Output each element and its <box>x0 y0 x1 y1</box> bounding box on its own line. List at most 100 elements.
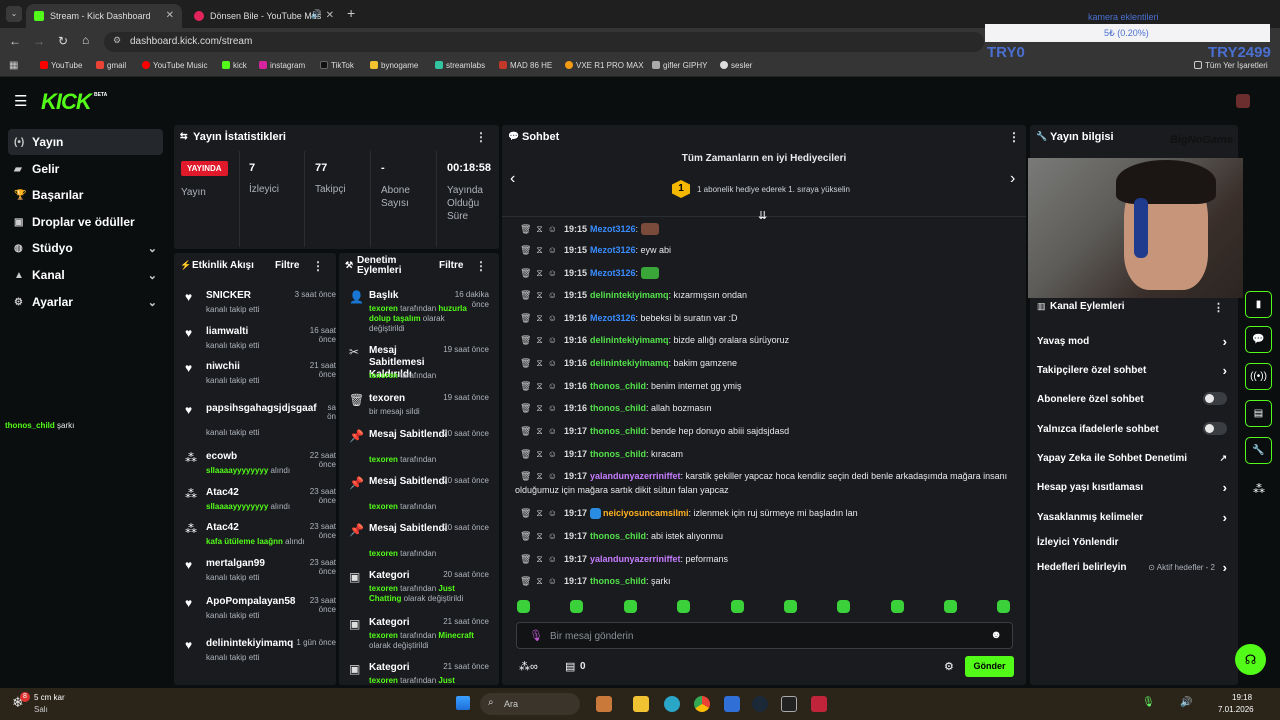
nav-basarilar[interactable]: 🏆 Başarılar <box>8 182 163 208</box>
close-tab-icon[interactable]: ✕ <box>166 10 174 21</box>
nav-droplar[interactable]: ▣ Droplar ve ödüller <box>8 209 163 235</box>
channel-action[interactable]: Abonelere özel sohbet <box>1037 392 1227 408</box>
side-info-icon[interactable]: ▤ <box>1245 400 1272 427</box>
taskbar-search[interactable]: ⌕ Ara <box>480 693 580 715</box>
chat-username[interactable]: Mezot3126 <box>590 313 636 323</box>
tab-kick-dashboard[interactable]: Stream - Kick Dashboard ✕ <box>26 4 182 28</box>
channel-action[interactable]: Yavaş mod › <box>1037 334 1227 350</box>
bookmark-vxe[interactable]: VXE R1 PRO MAX <box>565 61 644 70</box>
more-icon[interactable]: ⋮ <box>312 259 324 273</box>
new-tab-button[interactable]: + <box>347 5 355 21</box>
channel-action[interactable]: Yasaklanmış kelimeler › <box>1037 510 1227 526</box>
taskbar-chrome-icon[interactable] <box>694 696 710 712</box>
mod-tools-icons[interactable]: 🗑⧖☺ <box>520 554 562 564</box>
kick-emote-icon[interactable] <box>677 600 690 616</box>
kick-emote-icon[interactable] <box>570 600 583 616</box>
bookmark-youtube-music[interactable]: YouTube Music <box>142 61 208 70</box>
channel-action[interactable]: Yalnızca ifadelerle sohbet <box>1037 422 1227 438</box>
mod-tools-icons[interactable]: 🗑⧖☺ <box>520 268 562 278</box>
kick-emote-icon[interactable] <box>891 600 904 616</box>
tab-list-button[interactable]: ⌄ <box>6 6 22 22</box>
chat-more-icon[interactable]: ⋮ <box>1008 130 1020 144</box>
reload-icon[interactable]: ↻ <box>58 34 68 48</box>
bookmark-kick[interactable]: kick <box>222 61 247 70</box>
address-bar[interactable]: ⚙ dashboard.kick.com/stream <box>104 32 984 52</box>
chat-username[interactable]: Mezot3126 <box>590 224 636 234</box>
taskbar-game-icon[interactable] <box>596 696 612 712</box>
kick-emote-icon[interactable] <box>837 600 850 616</box>
taskbar-app-icon[interactable] <box>724 696 740 712</box>
toggle-switch[interactable] <box>1203 422 1227 435</box>
nav-kanal[interactable]: ▲ Kanal ⌄ <box>8 262 163 288</box>
more-icon[interactable]: ⋮ <box>1213 301 1224 314</box>
mod-tools-icons[interactable]: 🗑⧖☺ <box>520 576 562 586</box>
store-icon[interactable]: ▤ <box>565 660 575 673</box>
mod-tools-icons[interactable]: 🗑⧖☺ <box>520 224 562 234</box>
side-extra-icon[interactable]: ⁂ <box>1253 482 1265 496</box>
chat-username[interactable]: thonos_child <box>590 426 646 436</box>
taskbar-epic-icon[interactable] <box>781 696 797 712</box>
mod-tools-icons[interactable]: 🗑⧖☺ <box>520 449 562 459</box>
channel-action[interactable]: Hesap yaşı kısıtlaması › <box>1037 480 1227 496</box>
kick-emote-icon[interactable] <box>944 600 957 616</box>
settings-icon[interactable]: ⚙ <box>944 660 954 673</box>
bookmark-sesler[interactable]: sesler <box>720 61 752 70</box>
menu-icon[interactable]: ☰ <box>14 92 27 110</box>
volume-icon[interactable]: 🔊 <box>1180 697 1192 708</box>
points-icon[interactable]: ⁂∞ <box>519 660 538 673</box>
chat-username[interactable]: thonos_child <box>590 403 646 413</box>
next-arrow-icon[interactable]: › <box>1010 170 1015 188</box>
taskbar-edge-icon[interactable] <box>664 696 680 712</box>
tab-youtube-music[interactable]: Dönsen Bile - YouTube Mus 🔊 ✕ <box>186 4 342 28</box>
taskbar-steam-icon[interactable] <box>752 696 768 712</box>
channel-action[interactable]: İzleyici Yönlendir <box>1037 537 1227 551</box>
chat-username[interactable]: thonos_child <box>590 449 646 459</box>
prev-arrow-icon[interactable]: ‹ <box>510 170 515 188</box>
mod-tools-icons[interactable]: 🗑⧖☺ <box>520 426 562 436</box>
kick-emote-icon[interactable] <box>784 600 797 616</box>
bookmark-mad86[interactable]: MAD 86 HE <box>499 61 552 70</box>
chat-username[interactable]: yalandunyazerriniffet <box>590 554 681 564</box>
channel-action[interactable]: Hedefleri belirleyin ⊙ Aktif hedefler - 2… <box>1037 560 1227 576</box>
avatar[interactable] <box>1236 94 1250 108</box>
chat-input[interactable]: 🎙 Bir mesaj gönderin ☻ <box>516 622 1013 649</box>
taskbar-recorder-icon[interactable] <box>811 696 827 712</box>
close-tab-icon[interactable]: ✕ <box>326 10 334 21</box>
kick-logo[interactable]: KICK <box>41 89 92 115</box>
mod-tools-icons[interactable]: 🗑⧖☺ <box>520 531 562 541</box>
send-button[interactable]: Gönder <box>965 656 1014 677</box>
mod-tools-icons[interactable]: 🗑⧖☺ <box>520 245 562 255</box>
chat-username[interactable]: delinintekiyimamq <box>590 335 669 345</box>
bookmark-giphy[interactable]: gifler GIPHY <box>652 61 707 70</box>
chat-username[interactable]: Mezot3126 <box>590 268 636 278</box>
mod-tools-icons[interactable]: 🗑⧖☺ <box>520 403 562 413</box>
bookmark-tiktok[interactable]: TikTok <box>320 61 354 70</box>
microphone-icon[interactable]: 🎙 <box>529 629 543 642</box>
apps-icon[interactable]: ▦ <box>9 60 18 71</box>
bookmark-bynogame[interactable]: bynogame <box>370 61 418 70</box>
filter-button[interactable]: Filtre <box>439 260 463 271</box>
chat-username[interactable]: thonos_child <box>590 576 646 586</box>
bookmark-youtube[interactable]: YouTube <box>40 61 82 70</box>
toggle-switch[interactable] <box>1203 392 1227 405</box>
kick-emote-icon[interactable] <box>517 600 530 616</box>
more-icon[interactable]: ⋮ <box>475 259 487 273</box>
filter-button[interactable]: Filtre <box>275 260 299 271</box>
all-bookmarks[interactable]: Tüm Yer İşaretleri <box>1194 61 1268 70</box>
chat-username[interactable]: yalandunyazerriniffet <box>590 471 681 481</box>
speaker-icon[interactable]: 🔊 <box>311 9 322 20</box>
side-broadcast-icon[interactable]: ((•)) <box>1245 363 1272 390</box>
mod-tools-icons[interactable]: 🗑⧖☺ <box>520 290 562 300</box>
chat-username[interactable]: Mezot3126 <box>590 245 636 255</box>
taskbar-explorer-icon[interactable] <box>633 696 649 712</box>
mod-tools-icons[interactable]: 🗑⧖☺ <box>520 471 562 481</box>
mod-tools-icons[interactable]: 🗑⧖☺ <box>520 313 562 323</box>
channel-action[interactable]: Takipçilere özel sohbet › <box>1037 363 1227 379</box>
kick-emote-icon[interactable] <box>731 600 744 616</box>
bookmark-gmail[interactable]: gmail <box>96 61 126 70</box>
channel-action[interactable]: Yapay Zeka ile Sohbet Denetimi ↗ <box>1037 453 1227 467</box>
mic-icon[interactable]: 🎙 <box>1142 697 1155 708</box>
nav-ayarlar[interactable]: ⚙ Ayarlar ⌄ <box>8 289 163 315</box>
chat-username[interactable]: thonos_child <box>590 531 646 541</box>
site-info-icon[interactable]: ⚙ <box>113 35 121 46</box>
